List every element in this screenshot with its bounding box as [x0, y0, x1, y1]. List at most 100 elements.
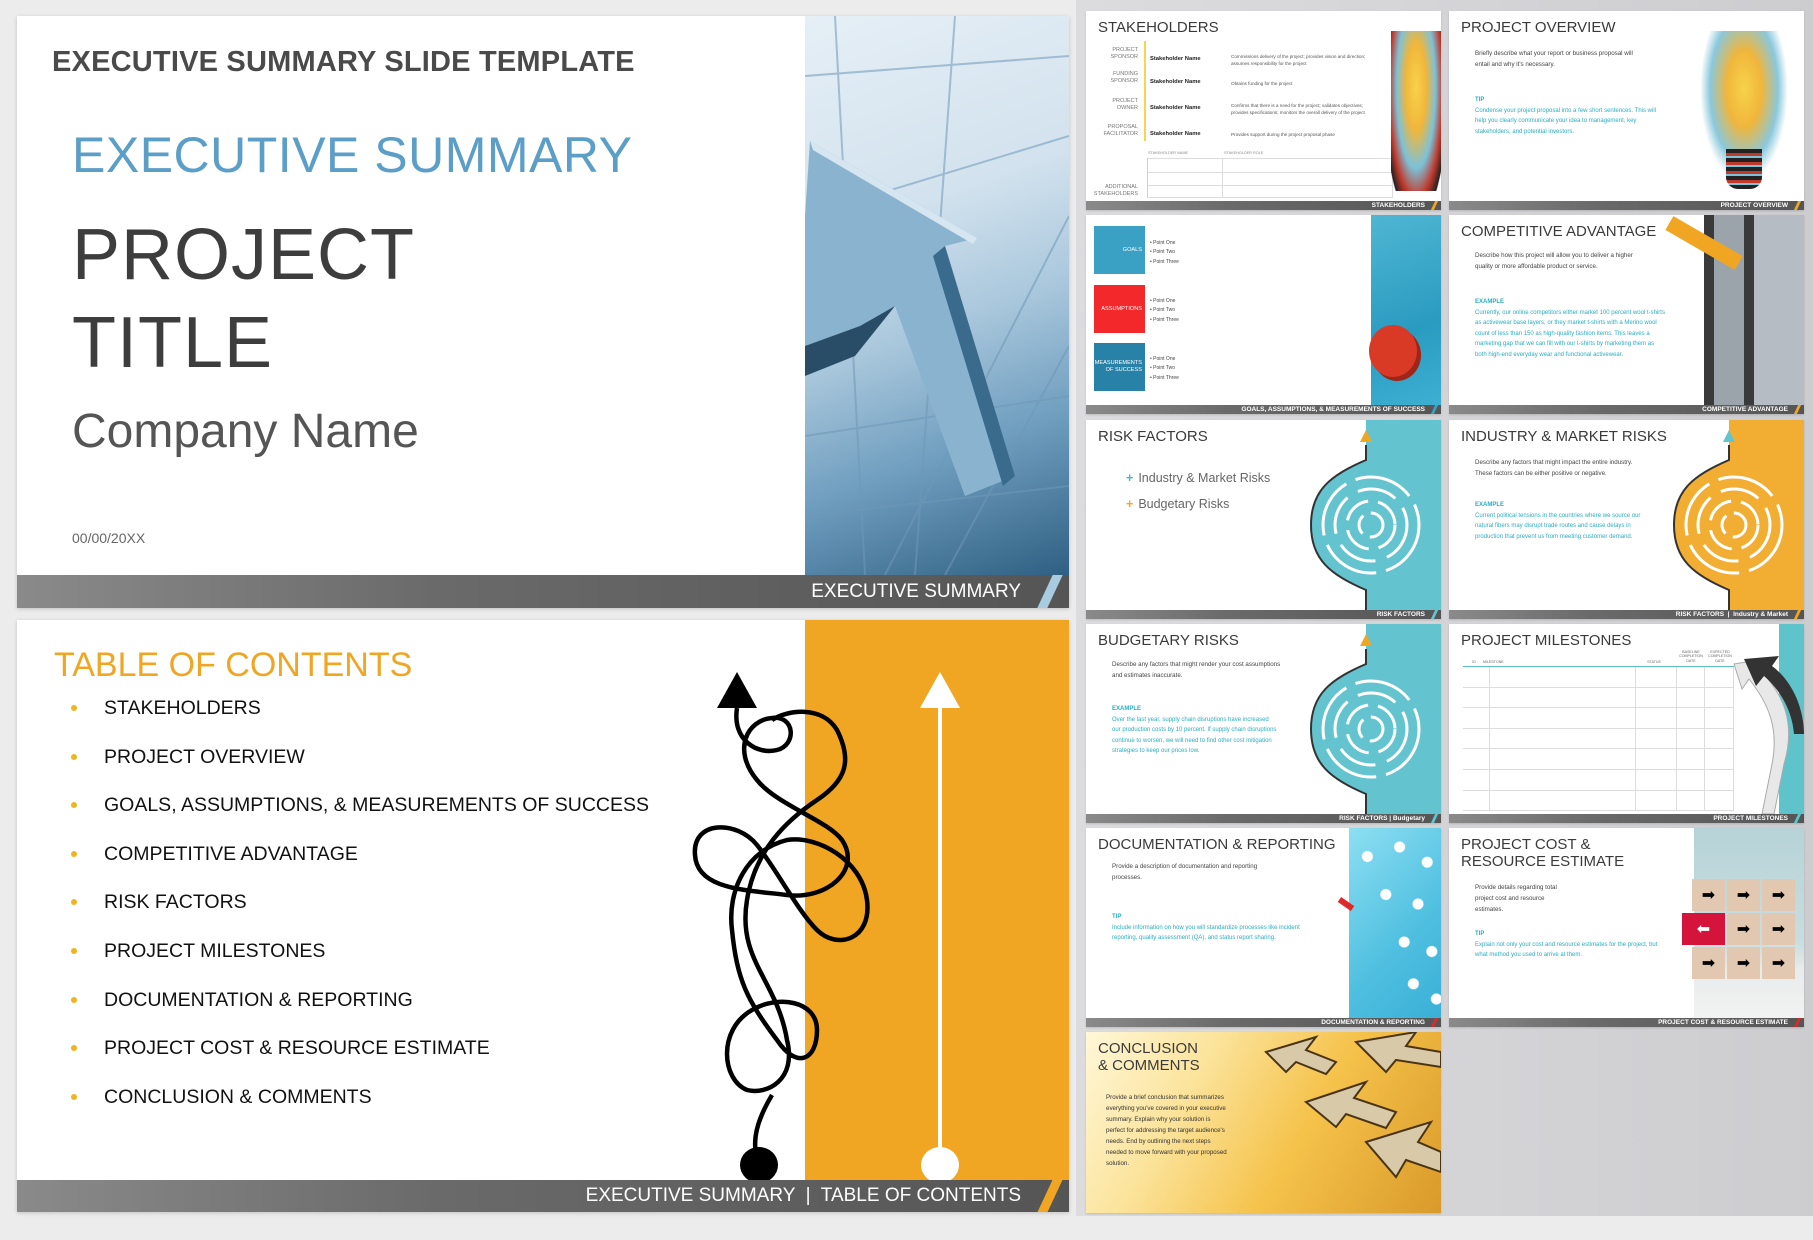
company-name: Company Name [72, 405, 419, 458]
maze-icon [1309, 624, 1441, 814]
measurements-points: • Point One • Point Two • Point Three [1150, 356, 1179, 381]
toc-list: STAKEHOLDERS PROJECT OVERVIEW GOALS, ASS… [71, 684, 649, 1121]
example-block: EXAMPLE Over the last year, supply chain… [1112, 706, 1277, 754]
thumbnail-footer: COMPETITIVE ADVANTAGE [1449, 405, 1804, 414]
thumbnail-goals[interactable]: GOALS • Point One • Point Two • Point Th… [1086, 215, 1441, 414]
straight-arrow-icon [920, 672, 960, 1180]
thumbnail-title: PROJECT MILESTONES [1461, 632, 1632, 649]
blue-arrows-image [1369, 215, 1441, 405]
right-arrow-icon: ➡ [1692, 947, 1725, 979]
bullet-icon [71, 899, 77, 906]
thumbnail-title: INDUSTRY & MARKET RISKS [1461, 428, 1667, 445]
column-header: MILESTONE [1483, 660, 1504, 664]
right-arrow-icon: ➡ [1727, 947, 1760, 979]
thumbnail-body: Provide details regarding total project … [1475, 884, 1557, 913]
goals-box: GOALS [1094, 226, 1145, 274]
thumbnail-title: RISK FACTORS [1098, 428, 1208, 445]
toc-item[interactable]: RISK FACTORS [71, 878, 649, 927]
toc-item[interactable]: PROJECT MILESTONES [71, 927, 649, 976]
thumbnail-title: BUDGETARY RISKS [1098, 632, 1239, 649]
thumbnail-footer: RISK FACTORS | Budgetary [1086, 814, 1441, 823]
toc-slide-footer: EXECUTIVE SUMMARY | TABLE OF CONTENTS [17, 1180, 1069, 1212]
lightbulb-image [1391, 31, 1441, 191]
stakeholder-name: Stakeholder Name [1150, 79, 1201, 85]
stakeholder-label: FUNDING SPONSOR [1110, 71, 1138, 84]
thumbnail-footer: DOCUMENTATION & REPORTING [1086, 1018, 1441, 1027]
date: 00/00/20XX [72, 530, 146, 546]
project-title: PROJECT TITLE [72, 211, 415, 387]
thumbnail-title: PROJECT OVERVIEW [1461, 19, 1616, 36]
right-arrow-icon: ➡ [1762, 879, 1795, 911]
bullet-icon [71, 850, 77, 857]
right-arrow-icon: ➡ [1727, 879, 1760, 911]
up-arrow-icon [805, 16, 1069, 575]
bullet-icon [71, 802, 77, 809]
toc-item[interactable]: COMPETITIVE ADVANTAGE [71, 830, 649, 879]
plus-icon: + [1126, 471, 1134, 485]
thumbnail-project-milestones[interactable]: PROJECT MILESTONES ID MILESTONE STATUS B… [1449, 624, 1804, 823]
thumbnail-title: STAKEHOLDERS [1098, 19, 1219, 36]
stakeholder-role: Obtains funding for the project [1231, 81, 1293, 86]
assumptions-points: • Point One • Point Two • Point Three [1150, 298, 1179, 323]
stakeholder-name: Stakeholder Name [1150, 131, 1201, 137]
arrow-blocks-grid: ➡ ➡ ➡ ⬅ ➡ ➡ ➡ ➡ ➡ [1682, 879, 1795, 979]
curved-arrow-icon [1733, 656, 1804, 814]
gold-arrows-icon [1264, 1032, 1441, 1179]
toc-title: TABLE OF CONTENTS [54, 646, 413, 684]
project-title-line2: TITLE [72, 303, 274, 383]
bullet-icon [71, 947, 77, 954]
bullet-icon [71, 996, 77, 1003]
toc-item[interactable]: CONCLUSION & COMMENTS [71, 1073, 649, 1122]
maze-icon [1672, 420, 1804, 610]
right-arrow-icon: ➡ [1727, 913, 1760, 945]
thumbnail-stakeholders[interactable]: STAKEHOLDERS PROJECT SPONSOR Stakeholder… [1086, 11, 1441, 210]
thumbnail-budgetary-risks[interactable]: BUDGETARY RISKS Describe any factors tha… [1086, 624, 1441, 823]
tangled-vs-straight-illustration [692, 672, 960, 1180]
title-slide-footer: EXECUTIVE SUMMARY [17, 575, 1069, 608]
thumbnail-industry-market-risks[interactable]: INDUSTRY & MARKET RISKS Describe any fac… [1449, 420, 1804, 619]
stakeholder-role: Commissions delivery of the project; pro… [1231, 54, 1366, 66]
risk-item: + Industry & Market Risks [1126, 471, 1271, 485]
stakeholder-role: Provides support during the project prop… [1231, 132, 1335, 137]
toc-item[interactable]: PROJECT COST & RESOURCE ESTIMATE [71, 1024, 649, 1073]
executive-summary-heading: EXECUTIVE SUMMARY [72, 127, 633, 183]
column-header: STATUS [1647, 660, 1661, 664]
column-header: BASELINE COMPLETION DATE [1679, 650, 1703, 663]
right-arrow-icon: ➡ [1692, 879, 1725, 911]
toc-slide[interactable]: TABLE OF CONTENTS STAKEHOLDERS PROJECT O… [17, 620, 1069, 1212]
project-title-line1: PROJECT [72, 215, 416, 295]
thumbnail-conclusion[interactable]: CONCLUSION & COMMENTS Provide a brief co… [1086, 1032, 1441, 1213]
thumbnail-body: Describe any factors that might impact t… [1475, 459, 1633, 477]
arrows-crowd-image [1349, 828, 1441, 1018]
thumbnail-project-cost[interactable]: PROJECT COST & RESOURCE ESTIMATE Provide… [1449, 828, 1804, 1027]
arrow-photo [805, 16, 1069, 575]
thumbnail-competitive-advantage[interactable]: COMPETITIVE ADVANTAGE Describe how this … [1449, 215, 1804, 414]
thumbnail-footer: PROJECT COST & RESOURCE ESTIMATE [1449, 1018, 1804, 1027]
thumbnail-footer: STAKEHOLDERS [1086, 201, 1441, 210]
footer-accent-slash [1037, 575, 1063, 608]
toc-item[interactable]: STAKEHOLDERS [71, 684, 649, 733]
footer-label: EXECUTIVE SUMMARY | TABLE OF CONTENTS [585, 1185, 1021, 1206]
assumptions-box: ASSUMPTIONS [1094, 285, 1145, 333]
thumbnail-footer: PROJECT MILESTONES [1449, 814, 1804, 823]
thumbnail-risk-factors[interactable]: RISK FACTORS + Industry & Market Risks + B… [1086, 420, 1441, 619]
footer-accent-slash [1037, 1180, 1063, 1212]
table-header: STAKEHOLDER ROLE [1224, 151, 1264, 155]
chart-arrow-image [1665, 215, 1804, 405]
tip-block: TIP Include information on how you will … [1112, 914, 1300, 941]
thumbnail-project-overview[interactable]: PROJECT OVERVIEW Briefly describe what y… [1449, 11, 1804, 210]
thumbnail-footer: RISK FACTORS | Industry & Market [1449, 610, 1804, 619]
table-header: STAKEHOLDER NAME [1148, 151, 1189, 155]
title-slide[interactable]: EXECUTIVE SUMMARY SLIDE TEMPLATE EXECUTI… [17, 16, 1069, 608]
column-header: ID [1472, 660, 1476, 664]
thumbnail-body: Describe any factors that might render y… [1112, 661, 1281, 679]
toc-item[interactable]: GOALS, ASSUMPTIONS, & MEASUREMENTS OF SU… [71, 781, 649, 830]
thumbnail-documentation-reporting[interactable]: DOCUMENTATION & REPORTING Provide a desc… [1086, 828, 1441, 1027]
bullet-icon [71, 705, 77, 711]
toc-item[interactable]: PROJECT OVERVIEW [71, 733, 649, 782]
right-arrow-icon: ➡ [1762, 913, 1795, 945]
toc-item[interactable]: DOCUMENTATION & REPORTING [71, 976, 649, 1025]
tip-block: TIP Explain not only your cost and resou… [1475, 931, 1658, 958]
thumbnail-body: Provide a description of documentation a… [1112, 863, 1258, 881]
stakeholder-label: ADDITIONAL STAKEHOLDERS [1093, 184, 1138, 197]
